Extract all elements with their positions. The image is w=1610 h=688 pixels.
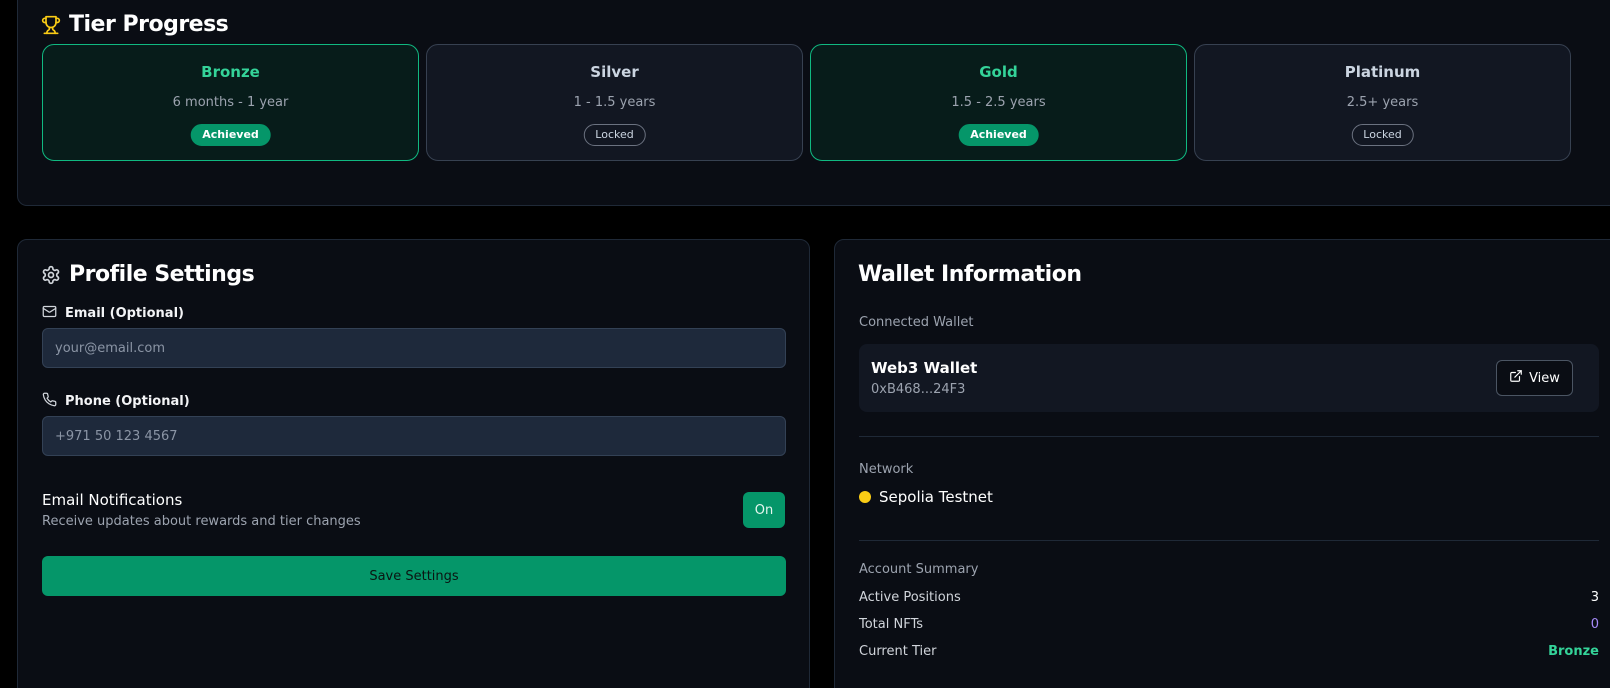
tier-card-gold: Gold 1.5 - 2.5 years Achieved: [810, 44, 1187, 161]
section-title: Wallet Information: [858, 262, 1082, 287]
profile-settings-panel: Profile Settings Email (Optional) Phone …: [17, 239, 810, 688]
summary-value: 0: [1590, 617, 1599, 632]
phone-label-text: Phone (Optional): [65, 394, 190, 409]
divider: [859, 540, 1599, 541]
tier-name: Gold: [979, 63, 1018, 81]
notifications-toggle[interactable]: On: [743, 492, 785, 528]
network-status: Sepolia Testnet: [859, 488, 993, 506]
tier-range: 6 months - 1 year: [172, 95, 289, 110]
email-field[interactable]: [42, 328, 786, 368]
tier-range: 2.5+ years: [1346, 95, 1419, 110]
status-badge: Locked: [583, 124, 646, 146]
phone-icon: [42, 392, 57, 411]
view-wallet-button[interactable]: View: [1496, 360, 1573, 396]
status-badge: Locked: [1351, 124, 1414, 146]
gear-icon: [41, 265, 61, 285]
phone-label: Phone (Optional): [42, 392, 190, 411]
summary-value: Bronze: [1548, 644, 1599, 659]
summary-key: Active Positions: [859, 590, 961, 605]
summary-key: Current Tier: [859, 644, 937, 659]
tier-range: 1 - 1.5 years: [573, 95, 656, 110]
profile-settings-header: Profile Settings: [41, 262, 255, 287]
wallet-card: Web3 Wallet 0xB468...24F3 View: [859, 344, 1599, 412]
tier-name: Platinum: [1344, 63, 1421, 81]
wallet-name: Web3 Wallet: [871, 359, 978, 377]
tier-range: 1.5 - 2.5 years: [951, 95, 1046, 110]
tier-card-platinum: Platinum 2.5+ years Locked: [1194, 44, 1571, 161]
summary-row-current-tier: Current Tier Bronze: [859, 644, 1599, 659]
connected-wallet-label: Connected Wallet: [859, 315, 974, 330]
network-label: Network: [859, 462, 914, 477]
status-badge: Achieved: [958, 124, 1039, 146]
email-label: Email (Optional): [42, 304, 184, 323]
network-name: Sepolia Testnet: [879, 488, 993, 506]
tier-name: Silver: [590, 63, 639, 81]
external-link-icon: [1509, 369, 1523, 387]
summary-key: Total NFTs: [859, 617, 924, 632]
wallet-information-panel: Wallet Information Connected Wallet Web3…: [834, 239, 1610, 688]
save-settings-button[interactable]: Save Settings: [42, 556, 786, 596]
summary-row-total-nfts: Total NFTs 0: [859, 617, 1599, 632]
email-label-text: Email (Optional): [65, 306, 184, 321]
summary-value: 3: [1590, 590, 1599, 605]
tier-card-silver: Silver 1 - 1.5 years Locked: [426, 44, 803, 161]
page-title: Tier Progress: [69, 12, 229, 37]
tier-card-bronze: Bronze 6 months - 1 year Achieved: [42, 44, 419, 161]
divider: [859, 436, 1599, 437]
section-title: Profile Settings: [69, 262, 255, 287]
summary-row-active-positions: Active Positions 3: [859, 590, 1599, 605]
wallet-address: 0xB468...24F3: [871, 382, 966, 397]
account-summary-label: Account Summary: [859, 562, 979, 577]
phone-field[interactable]: [42, 416, 786, 456]
notifications-title: Email Notifications: [42, 491, 183, 509]
tier-progress-header: Tier Progress: [41, 12, 229, 37]
tier-progress-panel: Tier Progress Bronze 6 months - 1 year A…: [17, 0, 1610, 206]
status-badge: Achieved: [190, 124, 271, 146]
view-label: View: [1529, 370, 1560, 386]
notifications-description: Receive updates about rewards and tier c…: [42, 514, 361, 529]
trophy-icon: [41, 15, 61, 35]
network-status-dot: [859, 491, 871, 503]
mail-icon: [42, 304, 57, 323]
tier-name: Bronze: [201, 63, 260, 81]
wallet-information-header: Wallet Information: [858, 262, 1082, 287]
